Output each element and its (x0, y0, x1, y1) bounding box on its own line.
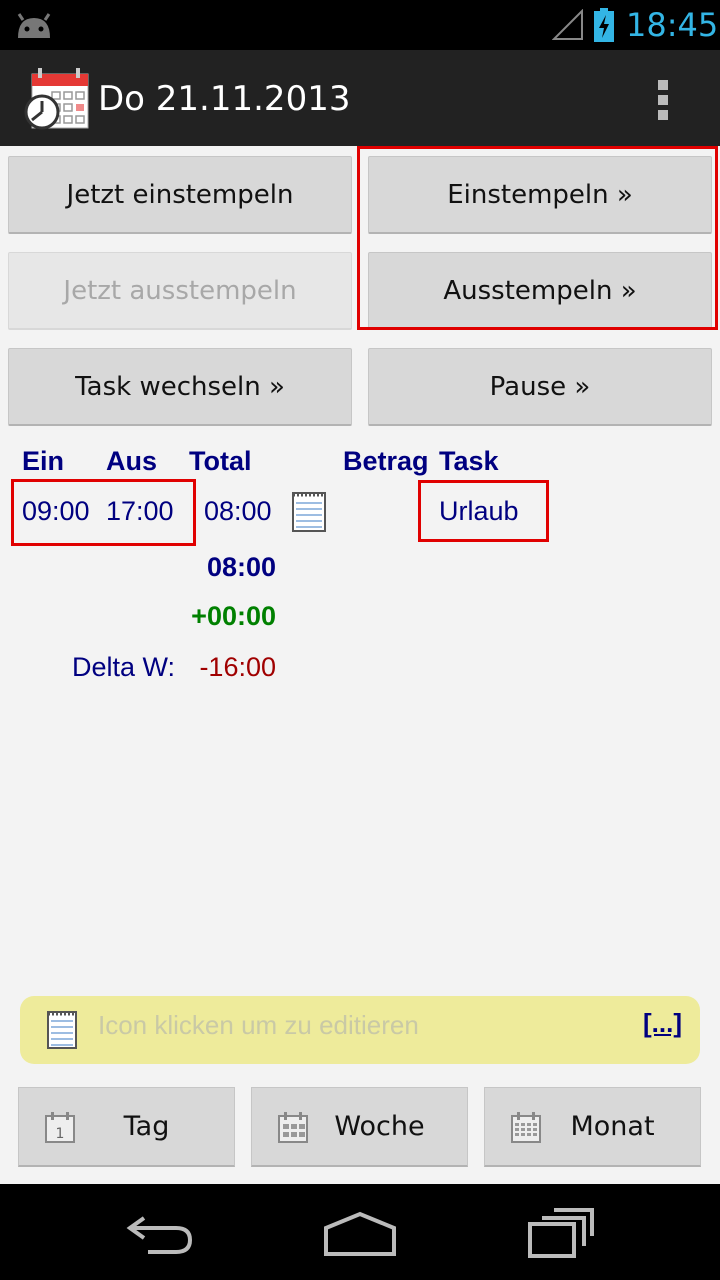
highlight-frame (357, 146, 718, 330)
week-label: Woche (334, 1111, 425, 1142)
highlight-frame (418, 480, 549, 542)
month-label: Monat (570, 1111, 655, 1142)
back-icon[interactable] (124, 1204, 196, 1260)
action-bar: Do 21.11.2013 (0, 50, 720, 146)
week-button[interactable]: Woche (251, 1087, 468, 1167)
android-notification-icon (17, 13, 51, 38)
memo-more-link[interactable]: [...] (643, 1008, 682, 1039)
system-nav-bar (0, 1184, 720, 1280)
highlight-frame (11, 479, 196, 546)
header-total: Total (189, 446, 252, 476)
day-label: Tag (123, 1111, 170, 1142)
balance-value: +00:00 (191, 601, 276, 631)
header-amount: Betrag (343, 446, 429, 476)
day-button[interactable]: 1 Tag (18, 1087, 235, 1167)
row-total: 08:00 (204, 496, 272, 526)
header-out: Aus (106, 446, 158, 476)
overflow-menu-icon[interactable] (656, 80, 670, 120)
notepad-icon[interactable] (46, 1008, 78, 1050)
notepad-icon[interactable] (291, 489, 327, 533)
signal-icon (552, 9, 583, 40)
header-in: Ein (22, 446, 65, 476)
pause-button[interactable]: Pause » (368, 348, 712, 426)
battery-charging-icon (594, 8, 614, 42)
memo-field[interactable]: Icon klicken um zu editieren [...] (20, 996, 700, 1064)
status-bar: 18:45 (0, 0, 720, 50)
calendar-clock-icon[interactable] (24, 66, 90, 130)
clock-out-now-button[interactable]: Jetzt ausstempeln (8, 252, 352, 330)
memo-placeholder: Icon klicken um zu editieren (98, 1010, 419, 1040)
clock-in-now-button[interactable]: Jetzt einstempeln (8, 156, 352, 234)
header-task: Task (439, 446, 499, 476)
sum-total: 08:00 (206, 552, 276, 582)
home-icon[interactable] (320, 1204, 400, 1260)
month-button[interactable]: Monat (484, 1087, 701, 1167)
delta-value: -16:00 (199, 652, 276, 682)
change-task-button[interactable]: Task wechseln » (8, 348, 352, 426)
status-clock: 18:45 (626, 6, 719, 44)
page-title: Do 21.11.2013 (98, 79, 351, 119)
recent-apps-icon[interactable] (524, 1202, 596, 1262)
